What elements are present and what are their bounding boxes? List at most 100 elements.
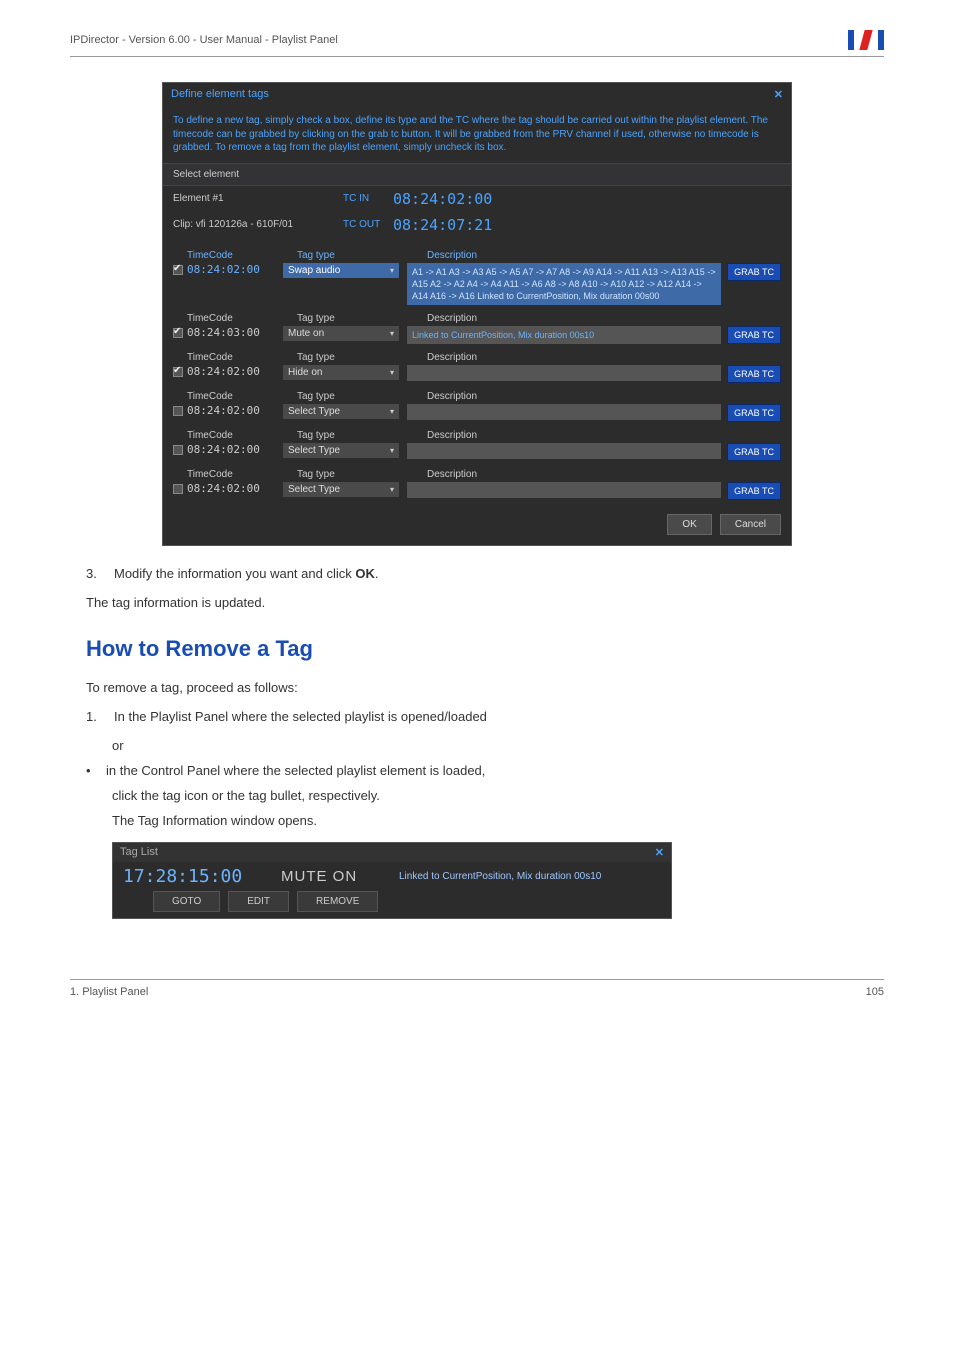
- footer-right: 105: [866, 986, 884, 998]
- grab-tc-button[interactable]: GRAB TC: [727, 443, 781, 461]
- clip-label: Clip: vfi 120126a - 610F/01: [173, 219, 343, 230]
- tcin-label: TC IN: [343, 193, 393, 204]
- dialog-title: Define element tags: [171, 88, 269, 101]
- grab-tc-button[interactable]: GRAB TC: [727, 263, 781, 281]
- row-checkbox[interactable]: [173, 443, 187, 455]
- dialog-footer: OK Cancel: [163, 504, 791, 545]
- col-description: Description: [427, 430, 781, 441]
- col-tagtype: Tag type: [297, 430, 427, 441]
- col-timecode: TimeCode: [187, 313, 297, 324]
- evs-logo: [848, 30, 884, 50]
- row-description: [407, 443, 721, 459]
- grab-tc-button[interactable]: GRAB TC: [727, 404, 781, 422]
- click-text: click the tag icon or the tag bullet, re…: [112, 788, 884, 803]
- tag-list-title: Tag List: [120, 846, 158, 859]
- grab-tc-button[interactable]: GRAB TC: [727, 482, 781, 500]
- col-description: Description: [427, 352, 781, 363]
- row-checkbox[interactable]: [173, 326, 187, 338]
- col-timecode: TimeCode: [187, 391, 297, 402]
- tag-list-type: MUTE ON: [273, 864, 393, 889]
- row-description: [407, 365, 721, 381]
- tag-row-header: TimeCodeTag typeDescription: [173, 469, 781, 480]
- tag-row-header: TimeCodeTag typeDescription: [173, 352, 781, 363]
- row-description: Linked to CurrentPosition, Mix duration …: [407, 326, 721, 344]
- tag-list-window: Tag List ✕ 17:28:15:00 MUTE ON Linked to…: [112, 842, 672, 919]
- document-footer: 1. Playlist Panel 105: [70, 979, 884, 998]
- remove-button[interactable]: REMOVE: [297, 891, 378, 912]
- chevron-down-icon: ▾: [390, 446, 394, 455]
- col-description: Description: [427, 391, 781, 402]
- document-header: IPDirector - Version 6.00 - User Manual …: [70, 30, 884, 57]
- col-timecode: TimeCode: [187, 469, 297, 480]
- row-checkbox[interactable]: [173, 263, 187, 275]
- dialog-title-bar: Define element tags ✕: [163, 83, 791, 106]
- row-description: [407, 404, 721, 420]
- tag-row: 08:24:02:00Select Type▾ GRAB TC: [173, 404, 781, 422]
- updated-text: The tag information is updated.: [86, 595, 884, 610]
- col-tagtype: Tag type: [297, 250, 427, 261]
- row-timecode: 08:24:02:00: [187, 263, 283, 276]
- edit-button[interactable]: EDIT: [228, 891, 289, 912]
- chevron-down-icon: ▾: [390, 329, 394, 338]
- bullet-text: in the Control Panel where the selected …: [106, 763, 485, 778]
- row-checkbox[interactable]: [173, 482, 187, 494]
- tag-type-dropdown[interactable]: Select Type▾: [283, 443, 399, 458]
- ok-button[interactable]: OK: [667, 514, 711, 535]
- row-description: [407, 482, 721, 498]
- row-timecode: 08:24:02:00: [187, 404, 283, 417]
- row-timecode: 08:24:02:00: [187, 443, 283, 456]
- tag-list-desc: Linked to CurrentPosition, Mix duration …: [393, 867, 671, 886]
- col-tagtype: Tag type: [297, 313, 427, 324]
- step-text: Modify the information you want and clic…: [114, 566, 378, 581]
- select-element-header: Select element: [163, 163, 791, 186]
- chevron-down-icon: ▾: [390, 407, 394, 416]
- tcout-value: 08:24:07:21: [393, 216, 492, 234]
- col-tagtype: Tag type: [297, 469, 427, 480]
- tag-list-buttons: GOTO EDIT REMOVE: [113, 891, 671, 918]
- section-heading: How to Remove a Tag: [86, 636, 884, 662]
- opens-text: The Tag Information window opens.: [112, 813, 884, 828]
- tag-type-dropdown[interactable]: Select Type▾: [283, 404, 399, 419]
- row-description: A1 -> A1 A3 -> A3 A5 -> A5 A7 -> A7 A8 -…: [407, 263, 721, 305]
- tag-row-header: TimeCodeTag typeDescription: [173, 391, 781, 402]
- col-tagtype: Tag type: [297, 352, 427, 363]
- row-timecode: 08:24:02:00: [187, 365, 283, 378]
- tag-row-header: TimeCodeTag typeDescription: [173, 430, 781, 441]
- bullet-item: • in the Control Panel where the selecte…: [86, 763, 884, 778]
- grab-tc-button[interactable]: GRAB TC: [727, 326, 781, 344]
- tag-type-dropdown[interactable]: Swap audio▾: [283, 263, 399, 278]
- tag-list-row: 17:28:15:00 MUTE ON Linked to CurrentPos…: [113, 862, 671, 891]
- footer-left: 1. Playlist Panel: [70, 986, 148, 998]
- tag-row-header: TimeCodeTag typeDescription: [173, 313, 781, 324]
- close-icon[interactable]: ✕: [655, 846, 664, 859]
- tag-list-title-bar: Tag List ✕: [113, 843, 671, 862]
- chevron-down-icon: ▾: [390, 266, 394, 275]
- bullet-dot: •: [86, 763, 96, 778]
- col-timecode: TimeCode: [187, 250, 297, 261]
- step-number: 1.: [86, 709, 102, 724]
- col-description: Description: [427, 469, 781, 480]
- row-checkbox[interactable]: [173, 404, 187, 416]
- step-number: 3.: [86, 566, 102, 581]
- col-timecode: TimeCode: [187, 352, 297, 363]
- or-text: or: [112, 738, 884, 753]
- element-label: Element #1: [173, 193, 343, 204]
- close-icon[interactable]: ✕: [774, 88, 783, 101]
- grab-tc-button[interactable]: GRAB TC: [727, 365, 781, 383]
- tag-list-tc: 17:28:15:00: [113, 862, 273, 891]
- tcout-label: TC OUT: [343, 219, 393, 230]
- tag-type-dropdown[interactable]: Mute on▾: [283, 326, 399, 341]
- col-description: Description: [427, 313, 781, 324]
- step-3: 3. Modify the information you want and c…: [86, 566, 884, 581]
- step-text: In the Playlist Panel where the selected…: [114, 709, 487, 724]
- cancel-button[interactable]: Cancel: [720, 514, 781, 535]
- tag-type-dropdown[interactable]: Select Type▾: [283, 482, 399, 497]
- define-element-tags-dialog: Define element tags ✕ To define a new ta…: [162, 82, 792, 546]
- tag-rows-block: TimeCodeTag typeDescription08:24:02:00Sw…: [163, 238, 791, 505]
- goto-button[interactable]: GOTO: [153, 891, 220, 912]
- row-timecode: 08:24:02:00: [187, 482, 283, 495]
- col-tagtype: Tag type: [297, 391, 427, 402]
- row-checkbox[interactable]: [173, 365, 187, 377]
- tag-type-dropdown[interactable]: Hide on▾: [283, 365, 399, 380]
- tag-row: 08:24:02:00Hide on▾ GRAB TC: [173, 365, 781, 383]
